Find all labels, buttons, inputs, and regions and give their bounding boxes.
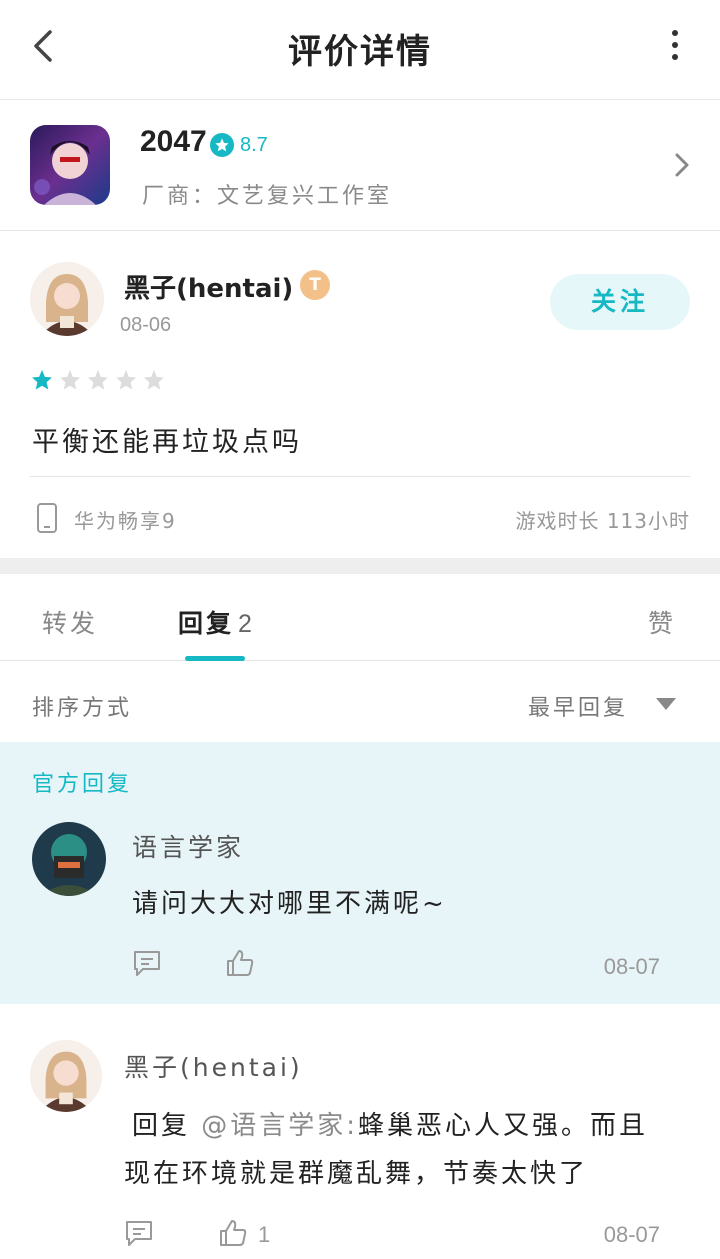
- mention-link[interactable]: @语言学家:: [201, 1111, 358, 1141]
- follow-button[interactable]: 关注: [550, 274, 690, 330]
- reply-text: 回复 @语言学家:蜂巢恶心人又强。而且 现在环境就是群魔乱舞，节奏太快了: [124, 1102, 690, 1198]
- comment-icon[interactable]: [124, 1218, 154, 1248]
- official-reply-label: 官方回复: [32, 772, 133, 797]
- star-empty-icon: [88, 370, 108, 390]
- official-reply-text: 请问大大对哪里不满呢~: [132, 889, 447, 919]
- device-name: 华为畅享9: [74, 509, 177, 533]
- developer-name: 文艺复兴工作室: [217, 184, 393, 209]
- playtime: 游戏时长 113小时: [515, 509, 690, 533]
- phone-icon: [37, 503, 57, 533]
- reviewer-name[interactable]: 黑子(hentai): [124, 268, 293, 305]
- review-date: 08-06: [120, 314, 172, 336]
- section-gap: [0, 558, 720, 574]
- star-empty-icon: [60, 370, 80, 390]
- like-count: 1: [258, 1222, 271, 1247]
- tab-reply-count: 2: [238, 610, 255, 638]
- developer-label: 厂商：: [142, 184, 218, 209]
- developer-row: 厂商：文艺复兴工作室: [142, 178, 392, 210]
- more-options-icon[interactable]: [670, 30, 680, 60]
- page-title: 评价详情: [288, 32, 432, 72]
- level-badge: T: [300, 270, 330, 300]
- tab-reply[interactable]: 回复 2: [178, 604, 255, 640]
- tab-reply-label: 回复: [178, 609, 235, 638]
- user-avatar[interactable]: [30, 262, 104, 336]
- star-empty-icon: [116, 370, 136, 390]
- tab-like[interactable]: 赞: [648, 604, 676, 640]
- official-avatar[interactable]: [32, 822, 106, 896]
- reply-prefix: 回复: [132, 1111, 191, 1141]
- reply-text-line2: 现在环境就是群魔乱舞，节奏太快了: [124, 1159, 589, 1189]
- sort-label: 排序方式: [32, 696, 133, 721]
- top-bar: 评价详情: [0, 0, 720, 100]
- thumbs-up-icon[interactable]: [218, 1218, 248, 1248]
- star-empty-icon: [144, 370, 164, 390]
- active-tab-indicator: [185, 656, 245, 661]
- star-badge-icon: [210, 133, 234, 157]
- game-rating: 8.7: [240, 133, 268, 156]
- chevron-right-icon: [675, 153, 689, 177]
- reply-user-name[interactable]: 黑子(hentai): [124, 1048, 303, 1084]
- divider: [30, 476, 690, 477]
- sort-dropdown[interactable]: 最早回复: [528, 690, 628, 722]
- sort-row: 排序方式 最早回复: [0, 662, 720, 742]
- reply-date: 08-07: [603, 1222, 660, 1247]
- thumbs-up-icon[interactable]: [225, 948, 255, 978]
- official-reply-name[interactable]: 语言学家: [132, 828, 244, 864]
- tab-forward[interactable]: 转发: [42, 604, 98, 640]
- tab-bar: 转发 回复 2 赞: [0, 574, 720, 661]
- reply-user-avatar[interactable]: [30, 1040, 102, 1112]
- dropdown-arrow-icon[interactable]: [656, 698, 676, 710]
- reply-text-line1: 蜂巢恶心人又强。而且: [358, 1111, 649, 1141]
- rating-badge: 8.7: [210, 133, 268, 157]
- game-name: 2047: [140, 125, 207, 158]
- official-reply-date: 08-07: [603, 954, 660, 979]
- comment-icon[interactable]: [132, 948, 162, 978]
- star-rating: [30, 368, 166, 392]
- game-icon: [30, 125, 110, 205]
- game-card[interactable]: 2047 8.7: [0, 101, 720, 231]
- star-filled-icon: [32, 370, 52, 390]
- review-text: 平衡还能再垃圾点吗: [32, 427, 302, 458]
